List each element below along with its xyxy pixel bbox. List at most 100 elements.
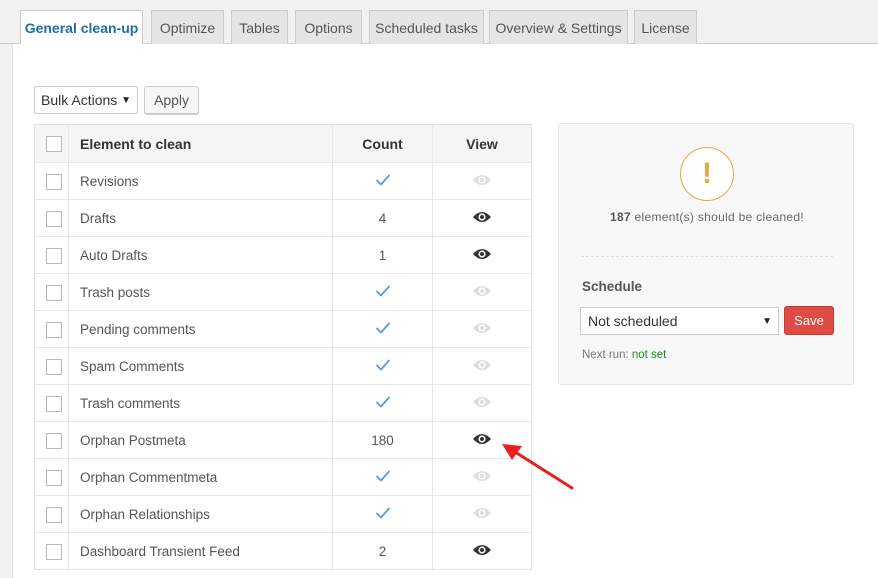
tab-scheduled-tasks[interactable]: Scheduled tasks (369, 10, 484, 44)
row-view (433, 200, 531, 236)
select-all-checkbox[interactable] (46, 136, 62, 152)
row-checkbox[interactable] (46, 396, 62, 412)
row-element-name: Dashboard Transient Feed (69, 533, 333, 569)
tab-label: Tables (239, 19, 280, 36)
header-count: Count (333, 125, 433, 162)
row-count (333, 311, 433, 347)
row-view (433, 274, 531, 310)
row-element-name: Drafts (69, 200, 333, 236)
tab-overview-settings[interactable]: Overview & Settings (489, 10, 628, 44)
tab-label: Options (304, 19, 353, 36)
checkmark-icon (375, 173, 391, 190)
header-view: View (466, 135, 498, 152)
table-row: Dashboard Transient Feed 2 (35, 532, 531, 569)
tab-general-clean-up[interactable]: General clean-up (20, 10, 143, 45)
row-checkbox-cell (35, 237, 69, 273)
row-element-name: Orphan Commentmeta (69, 459, 333, 495)
checkmark-icon (375, 321, 391, 338)
tab-label: License (641, 19, 690, 36)
eye-icon (472, 284, 492, 301)
row-checkbox[interactable] (46, 433, 62, 449)
summary-box: ! 187 element(s) should be cleaned! Sche… (558, 123, 854, 385)
eye-icon[interactable] (472, 432, 492, 449)
eye-icon (472, 506, 492, 523)
checkmark-icon (375, 469, 391, 486)
row-checkbox[interactable] (46, 544, 62, 560)
row-element-name: Trash comments (69, 385, 333, 421)
row-count: 2 (333, 533, 433, 569)
row-element-name: Spam Comments (69, 348, 333, 384)
tab-label: General clean-up (24, 20, 139, 36)
row-element-name: Auto Drafts (69, 237, 333, 273)
eye-icon[interactable] (472, 543, 492, 560)
schedule-select[interactable]: Not scheduled ▼ (580, 307, 779, 335)
row-element-name: Orphan Relationships (69, 496, 333, 532)
row-count-value: 2 (378, 543, 387, 559)
tab-license[interactable]: License (634, 10, 697, 44)
row-count (333, 385, 433, 421)
bulk-actions-label: Bulk Actions (41, 92, 118, 108)
eye-icon[interactable] (472, 210, 492, 227)
divider (581, 256, 833, 257)
save-button[interactable]: Save (784, 306, 834, 335)
row-element-name: Revisions (69, 163, 333, 199)
table-row: Trash comments (35, 384, 531, 421)
table-row: Orphan Postmeta 180 (35, 421, 531, 458)
row-element-name: Trash posts (69, 274, 333, 310)
eye-icon (472, 321, 492, 338)
tab-label: Scheduled tasks (375, 19, 478, 36)
row-count: 180 (333, 422, 433, 458)
bulk-actions-select[interactable]: Bulk Actions ▼ (34, 86, 138, 114)
checkmark-icon (375, 506, 391, 523)
row-count-value: 4 (378, 210, 387, 226)
checkmark-icon (375, 358, 391, 375)
cleanup-table: Element to clean Count View Revisions Dra… (34, 124, 532, 570)
eye-icon (472, 395, 492, 412)
row-checkbox-cell (35, 163, 69, 199)
next-run-label: Next run: (582, 349, 632, 361)
table-row: Auto Drafts 1 (35, 236, 531, 273)
table-row: Orphan Relationships (35, 495, 531, 532)
row-count (333, 348, 433, 384)
row-checkbox[interactable] (46, 248, 62, 264)
table-row: Spam Comments (35, 347, 531, 384)
row-count: 1 (333, 237, 433, 273)
tab-tables[interactable]: Tables (231, 10, 288, 44)
row-view (433, 496, 531, 532)
row-view (433, 311, 531, 347)
row-count: 4 (333, 200, 433, 236)
row-count (333, 163, 433, 199)
row-checkbox[interactable] (46, 322, 62, 338)
row-checkbox-cell (35, 311, 69, 347)
row-view (433, 348, 531, 384)
row-checkbox-cell (35, 348, 69, 384)
row-checkbox-cell (35, 459, 69, 495)
checkmark-icon (375, 284, 391, 301)
row-checkbox[interactable] (46, 359, 62, 375)
tab-label: Optimize (159, 19, 216, 36)
row-count-value: 1 (378, 247, 387, 263)
row-element-name: Pending comments (69, 311, 333, 347)
row-checkbox[interactable] (46, 174, 62, 190)
dropdown-arrow-icon: ▼ (121, 95, 131, 106)
tab-optimize[interactable]: Optimize (151, 10, 224, 44)
row-count (333, 459, 433, 495)
row-checkbox-cell (35, 385, 69, 421)
row-view (433, 163, 531, 199)
row-view (433, 385, 531, 421)
next-run: Next run: not set (582, 349, 666, 361)
row-checkbox[interactable] (46, 507, 62, 523)
tab-options[interactable]: Options (295, 10, 362, 44)
row-checkbox[interactable] (46, 211, 62, 227)
eye-icon (472, 469, 492, 486)
checkmark-icon (375, 395, 391, 412)
row-view (433, 237, 531, 273)
annotation-arrow-icon (502, 444, 574, 490)
eye-icon[interactable] (472, 247, 492, 264)
table-row: Pending comments (35, 310, 531, 347)
header-checkbox-cell (35, 125, 69, 162)
row-checkbox-cell (35, 274, 69, 310)
row-checkbox[interactable] (46, 470, 62, 486)
apply-button[interactable]: Apply (144, 86, 199, 114)
row-checkbox[interactable] (46, 285, 62, 301)
